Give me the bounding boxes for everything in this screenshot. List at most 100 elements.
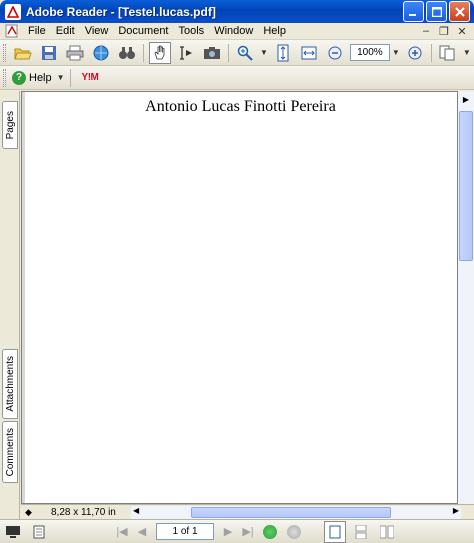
zoom-out-button[interactable]	[324, 42, 346, 64]
page-size-readout: 8,28 x 11,70 in	[51, 506, 116, 518]
document-heading: Antonio Lucas Finotti Pereira	[145, 98, 336, 115]
plus-circle-icon	[408, 46, 422, 59]
fit-width-icon	[301, 46, 317, 59]
single-page-button[interactable]	[324, 520, 346, 543]
attachments-tab[interactable]: Attachments	[2, 349, 18, 419]
document-view[interactable]: Antonio Lucas Finotti Pereira	[21, 91, 458, 504]
vertical-scroll-thumb[interactable]	[459, 111, 473, 261]
info-bar: ◆ 8,28 x 11,70 in ◀ ▶	[21, 504, 474, 519]
monitor-icon	[6, 525, 20, 538]
help-icon: ?	[12, 70, 26, 85]
pages-tab[interactable]: Pages	[2, 101, 18, 149]
zoom-level-dropdown-icon[interactable]: ▼	[392, 48, 400, 57]
printer-icon	[66, 45, 84, 60]
open-button[interactable]	[12, 42, 34, 64]
page-view-button[interactable]	[28, 521, 50, 543]
hand-icon	[154, 45, 165, 59]
save-button[interactable]	[38, 42, 60, 64]
menu-document[interactable]: Document	[113, 25, 173, 37]
status-bar: |◀ ◀ 1 of 1 ▶ ▶|	[0, 519, 474, 543]
page-layout-dropdown-icon[interactable]: ▼	[463, 48, 471, 57]
help-dropdown-icon[interactable]: ▼	[57, 73, 65, 82]
menu-view[interactable]: View	[80, 25, 114, 37]
page-fit-icon	[277, 44, 289, 61]
scroll-right-small-arrow-icon[interactable]: ▶	[453, 506, 459, 515]
zoom-tool-button[interactable]	[234, 42, 256, 64]
toolbar-grip[interactable]	[3, 68, 6, 87]
hand-tool-button[interactable]	[149, 41, 171, 64]
yahoo-messenger-button[interactable]: Y!M	[82, 72, 99, 83]
fit-width-button[interactable]	[298, 42, 320, 64]
pdf-document-icon[interactable]	[5, 24, 19, 38]
expand-icon[interactable]: ◆	[25, 507, 32, 518]
title-bar: Adobe Reader - [Testel.lucas.pdf]	[0, 0, 474, 23]
maximize-button[interactable]	[426, 1, 447, 22]
navigation-pane: Pages Attachments Comments	[0, 91, 20, 519]
vertical-scrollbar[interactable]: ▶	[458, 91, 474, 504]
email-button[interactable]	[90, 42, 112, 64]
menu-file[interactable]: File	[23, 25, 51, 37]
horizontal-scrollbar[interactable]: ◀ ▶	[131, 506, 461, 519]
camera-icon	[204, 46, 220, 59]
doc-minimize-icon[interactable]: –	[420, 25, 432, 37]
folder-open-icon	[14, 48, 32, 59]
main-toolbar: ▼ 100% ▼ ▼	[0, 40, 474, 66]
menu-help[interactable]: Help	[258, 25, 291, 37]
text-cursor-icon	[180, 45, 192, 60]
secondary-toolbar: ? Help ▼ Y!M	[0, 66, 474, 90]
next-page-icon[interactable]: ▶	[218, 522, 238, 542]
comments-tab[interactable]: Comments	[2, 421, 18, 483]
page-shadow	[22, 92, 25, 503]
minimize-button[interactable]	[403, 1, 424, 22]
search-button[interactable]	[116, 42, 138, 64]
window-title: Adobe Reader - [Testel.lucas.pdf]	[26, 4, 216, 19]
toolbar-separator	[228, 43, 229, 62]
toolbar-separator	[430, 43, 432, 62]
minus-circle-icon	[328, 46, 342, 59]
menu-bar: File Edit View Document Tools Window Hel…	[0, 23, 474, 40]
continuous-page-button[interactable]	[350, 521, 372, 543]
scroll-left-arrow-icon[interactable]: ◀	[133, 506, 139, 515]
close-button[interactable]	[449, 1, 470, 22]
page-layout-icon	[439, 45, 455, 60]
attachments-tab-label: Attachments	[4, 356, 16, 412]
continuous-page-icon	[355, 524, 367, 539]
go-back-icon[interactable]	[263, 524, 277, 539]
single-page-icon	[329, 525, 341, 538]
horizontal-scroll-thumb[interactable]	[191, 507, 391, 518]
help-label: Help	[29, 71, 52, 84]
globe-mail-icon	[93, 45, 109, 60]
zoom-in-button[interactable]	[404, 42, 426, 64]
select-text-button[interactable]	[175, 42, 197, 64]
toolbar-separator	[69, 68, 71, 87]
zoom-level-input[interactable]: 100%	[349, 44, 390, 61]
previous-page-icon[interactable]: ◀	[132, 522, 152, 542]
magnifier-icon	[237, 45, 253, 61]
doc-restore-icon[interactable]: ❐	[438, 25, 450, 38]
help-button[interactable]: ? Help ▼	[12, 70, 67, 85]
scroll-right-arrow-icon[interactable]: ▶	[458, 91, 474, 107]
doc-close-icon[interactable]: ✕	[456, 25, 468, 38]
page-number-input[interactable]: 1 of 1	[156, 523, 214, 540]
print-button[interactable]	[64, 42, 86, 64]
floppy-icon	[42, 45, 56, 60]
zoom-tool-dropdown-icon[interactable]: ▼	[260, 48, 268, 57]
first-page-icon[interactable]: |◀	[112, 522, 132, 542]
actual-size-button[interactable]	[272, 42, 294, 64]
go-forward-icon[interactable]	[287, 524, 301, 539]
pages-tab-label: Pages	[4, 110, 16, 140]
menu-tools[interactable]: Tools	[174, 25, 210, 37]
display-mode-button[interactable]	[2, 521, 24, 543]
facing-page-button[interactable]	[376, 521, 398, 543]
snapshot-button[interactable]	[201, 42, 223, 64]
facing-page-icon	[380, 525, 394, 538]
page-layout-button[interactable]	[437, 42, 459, 64]
menu-window[interactable]: Window	[209, 25, 258, 37]
adobe-reader-icon	[5, 3, 21, 20]
binoculars-icon	[119, 46, 135, 59]
document-icon	[33, 525, 45, 538]
menu-edit[interactable]: Edit	[51, 25, 80, 37]
last-page-icon[interactable]: ▶|	[238, 522, 258, 542]
toolbar-grip[interactable]	[3, 43, 6, 62]
comments-tab-label: Comments	[4, 427, 16, 477]
